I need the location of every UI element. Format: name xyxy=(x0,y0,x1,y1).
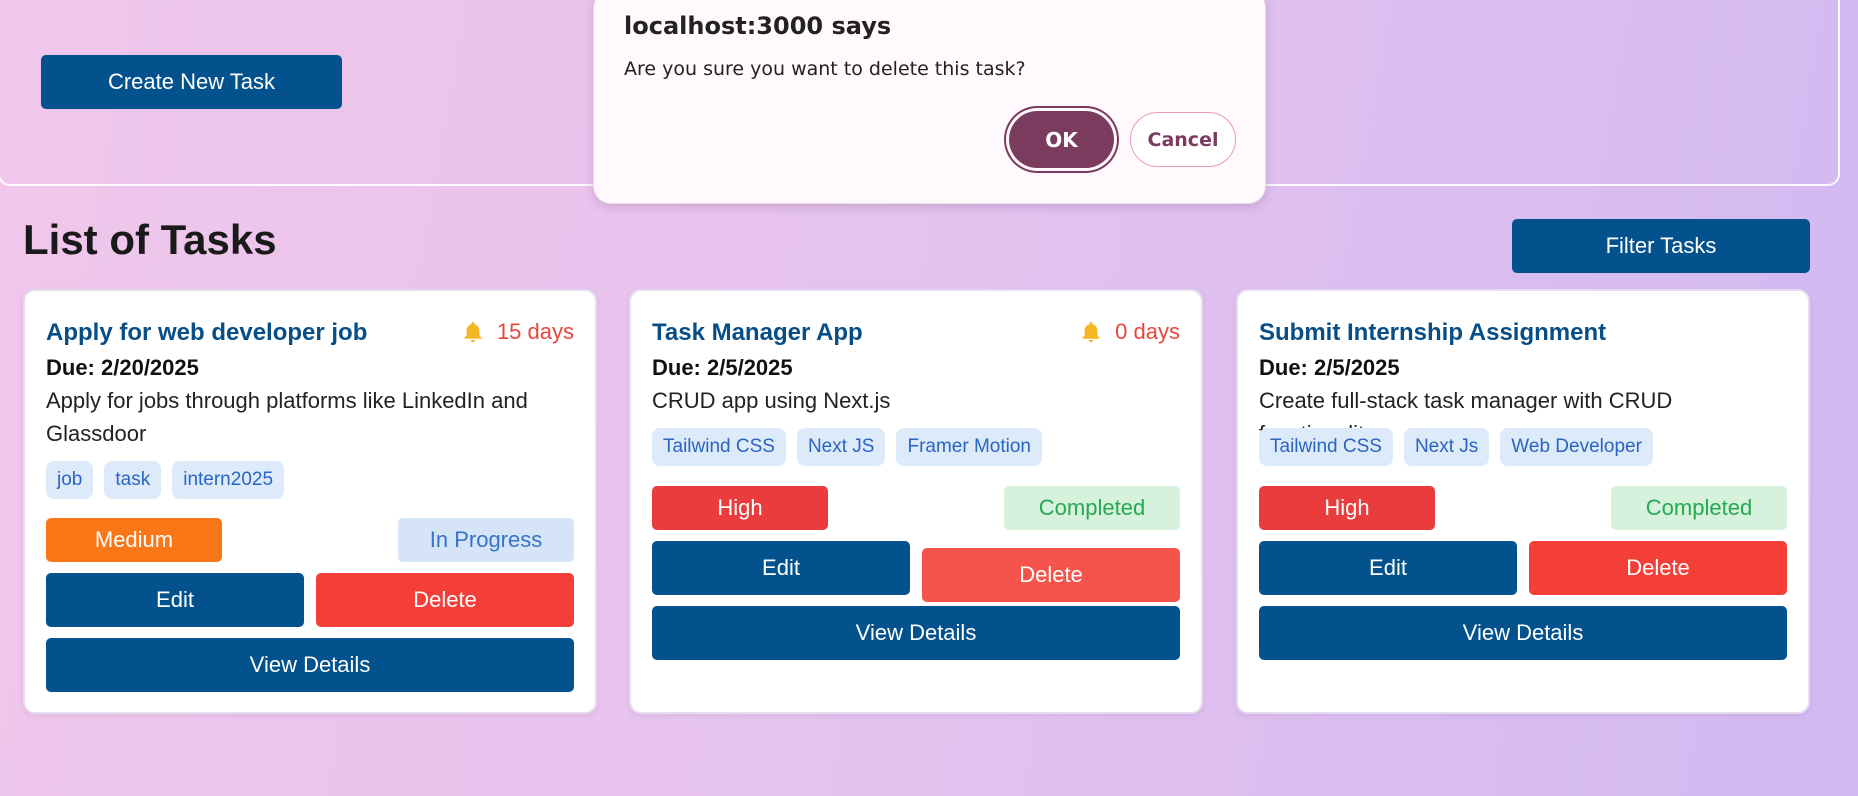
task-card: Apply for web developer job 15 days Due:… xyxy=(23,289,597,714)
dialog-title: localhost:3000 says xyxy=(624,12,892,40)
tag-list: job task intern2025 xyxy=(46,461,285,499)
tag-list: Tailwind CSS Next Js Web Developer xyxy=(1259,428,1653,466)
priority-badge: Medium xyxy=(46,518,222,562)
tag: Web Developer xyxy=(1500,428,1653,466)
tag-list: Tailwind CSS Next JS Framer Motion xyxy=(652,428,1042,466)
task-description: CRUD app using Next.js xyxy=(652,388,891,413)
task-title: Apply for web developer job xyxy=(46,319,368,346)
edit-button[interactable]: Edit xyxy=(46,573,304,627)
page-title: List of Tasks xyxy=(23,216,277,263)
delete-button[interactable]: Delete xyxy=(922,548,1180,602)
due-date: Due: 2/5/2025 xyxy=(1259,355,1400,380)
task-card: Task Manager App 0 days Due: 2/5/2025 CR… xyxy=(629,289,1203,714)
task-card: Submit Internship Assignment Due: 2/5/20… xyxy=(1236,289,1810,714)
dialog-message: Are you sure you want to delete this tas… xyxy=(624,58,1026,80)
confirm-dialog: localhost:3000 says Are you sure you wan… xyxy=(593,0,1266,204)
reminder-badge: 15 days xyxy=(461,319,574,345)
view-details-button[interactable]: View Details xyxy=(1259,606,1787,660)
tag: Tailwind CSS xyxy=(1259,428,1393,466)
priority-badge: High xyxy=(652,486,828,530)
status-badge: Completed xyxy=(1004,486,1180,530)
view-details-button[interactable]: View Details xyxy=(652,606,1180,660)
tag: Next Js xyxy=(1403,428,1490,466)
filter-tasks-button[interactable]: Filter Tasks xyxy=(1512,219,1810,273)
tag: Next JS xyxy=(796,428,886,466)
tag: Framer Motion xyxy=(896,428,1042,466)
task-title: Submit Internship Assignment xyxy=(1259,319,1607,346)
tag: intern2025 xyxy=(172,461,285,499)
edit-button[interactable]: Edit xyxy=(1259,541,1517,595)
priority-badge: High xyxy=(1259,486,1435,530)
bell-icon xyxy=(1079,320,1103,344)
tag: task xyxy=(104,461,162,499)
create-new-task-button[interactable]: Create New Task xyxy=(41,55,342,109)
due-date: Due: 2/5/2025 xyxy=(652,355,793,380)
status-badge: In Progress xyxy=(398,518,574,562)
delete-button[interactable]: Delete xyxy=(316,573,574,627)
bell-icon xyxy=(461,320,485,344)
delete-button[interactable]: Delete xyxy=(1529,541,1787,595)
view-details-button[interactable]: View Details xyxy=(46,638,574,692)
tag: Tailwind CSS xyxy=(652,428,786,466)
task-description: Apply for jobs through platforms like Li… xyxy=(46,388,528,446)
reminder-text: 15 days xyxy=(496,319,574,344)
due-date: Due: 2/20/2025 xyxy=(46,355,199,380)
edit-button[interactable]: Edit xyxy=(652,541,910,595)
reminder-badge: 0 days xyxy=(1079,319,1180,345)
ok-button[interactable]: OK xyxy=(1009,111,1114,168)
task-title: Task Manager App xyxy=(652,319,863,346)
tag: job xyxy=(46,461,94,499)
status-badge: Completed xyxy=(1611,486,1787,530)
reminder-text: 0 days xyxy=(1115,319,1180,344)
cancel-button[interactable]: Cancel xyxy=(1130,112,1236,167)
